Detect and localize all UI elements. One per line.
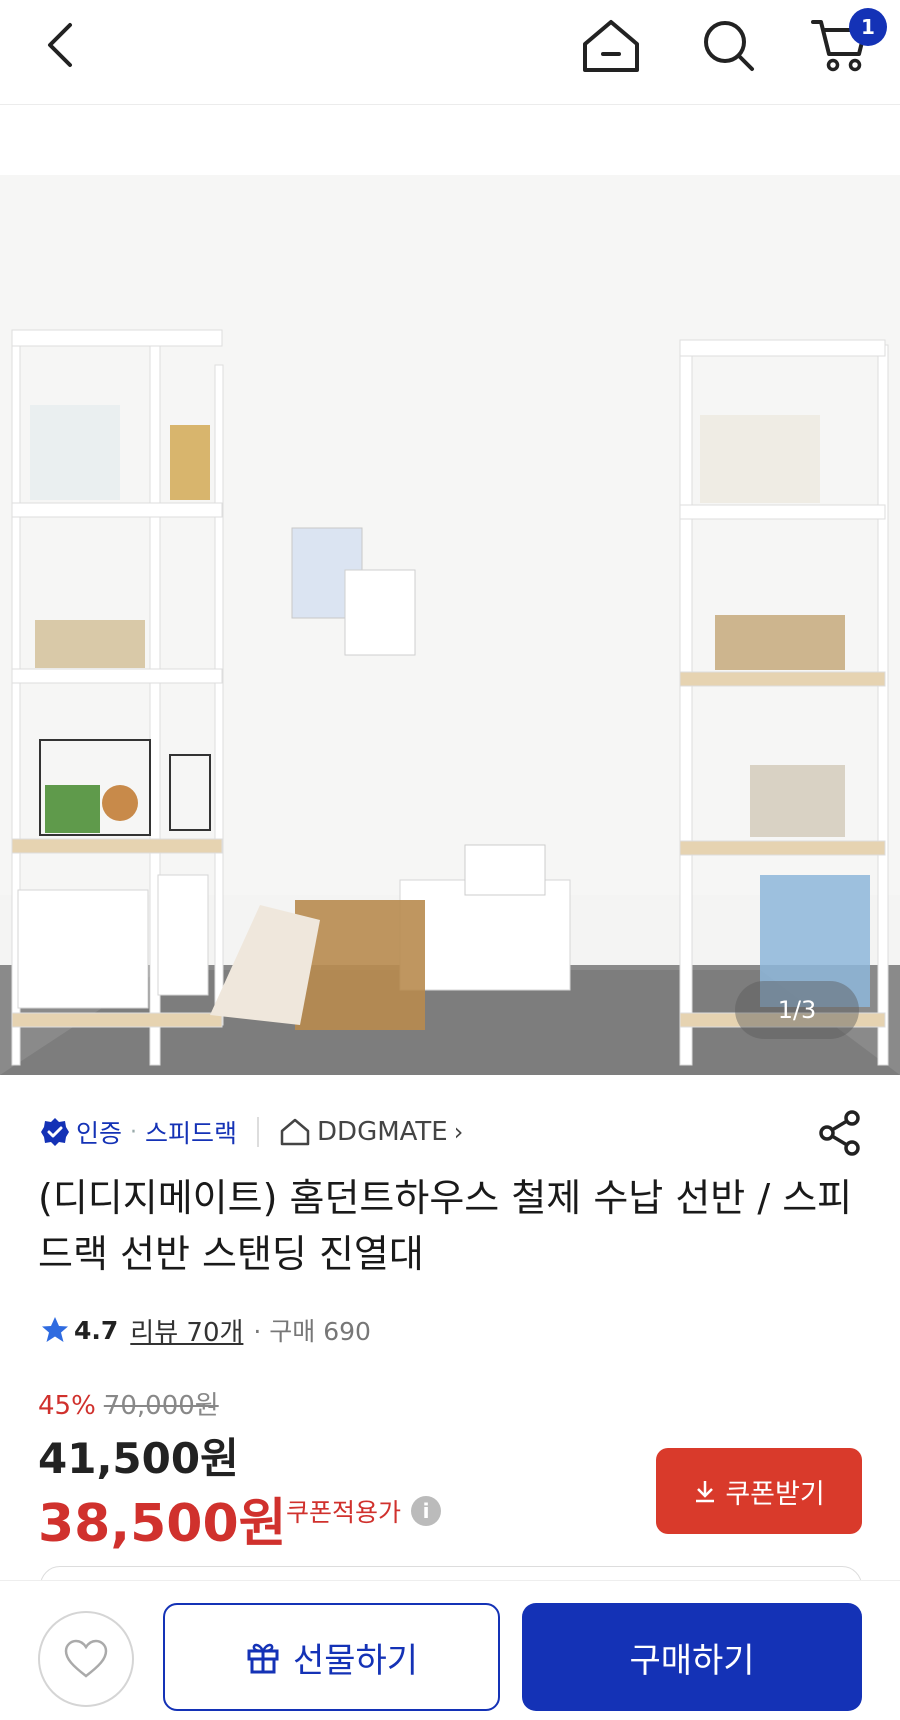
chevron-left-icon [48, 23, 72, 67]
discount-row: 45% 70,000원 [38, 1385, 219, 1422]
home-button[interactable] [575, 12, 647, 80]
product-image-gallery[interactable]: 1/3 [0, 105, 900, 1075]
brand-link[interactable]: 스피드랙 [145, 1114, 237, 1150]
gift-icon [247, 1643, 279, 1674]
divider [257, 1117, 260, 1147]
coupon-price-label-row: 쿠폰적용가 i [286, 1493, 442, 1529]
store-name-link[interactable]: DDGMATE [317, 1117, 448, 1147]
coupon-price: 38,500원 [38, 1494, 287, 1554]
purchase-count: · 구매 690 [253, 1317, 371, 1346]
original-price: 70,000원 [103, 1391, 219, 1421]
rating-row: 4.7 리뷰 70개 · 구매 690 [40, 1310, 371, 1350]
gift-label: 선물하기 [292, 1640, 419, 1681]
back-button[interactable] [30, 15, 90, 75]
discount-rate: 45% [38, 1391, 96, 1421]
download-icon [696, 1481, 715, 1503]
rating-score: 4.7 [74, 1315, 119, 1345]
wishlist-button[interactable] [38, 1611, 134, 1707]
certified-label: 인증 [76, 1119, 123, 1148]
share-button[interactable] [815, 1108, 865, 1158]
get-coupon-label: 쿠폰받기 [725, 1478, 825, 1510]
seller-info-row: 인증 · 스피드랙 DDGMATE › [40, 1112, 463, 1152]
gift-button[interactable]: 선물하기 [163, 1603, 500, 1711]
search-button[interactable] [695, 12, 761, 78]
star-icon [42, 1317, 68, 1342]
store-icon [280, 1118, 310, 1146]
review-count-link[interactable]: 리뷰 70개 [130, 1312, 243, 1349]
search-icon [704, 21, 754, 71]
info-icon[interactable]: i [411, 1496, 442, 1526]
product-photo [0, 175, 900, 1075]
bottom-action-bar: 선물하기 구매하기 [0, 1580, 900, 1720]
product-title: (디디지메이트) 홈던트하우스 철제 수납 선반 / 스피드랙 선반 스탠딩 진… [38, 1176, 853, 1276]
coupon-price-label: 쿠폰적용가 [286, 1498, 402, 1527]
chevron-right-icon: › [453, 1118, 464, 1146]
cart-count-badge: 1 [849, 8, 887, 46]
buy-button[interactable]: 구매하기 [522, 1603, 862, 1711]
separator-dot: · [130, 1119, 138, 1145]
get-coupon-button[interactable]: 쿠폰받기 [656, 1448, 862, 1534]
top-navigation-bar: 1 [0, 0, 900, 105]
heart-icon [64, 1639, 108, 1678]
certified-badge-icon [41, 1118, 69, 1146]
share-icon [819, 1110, 860, 1156]
home-icon [583, 20, 639, 72]
image-page-indicator: 1/3 [735, 981, 859, 1039]
sale-price: 41,500원 [38, 1434, 239, 1483]
